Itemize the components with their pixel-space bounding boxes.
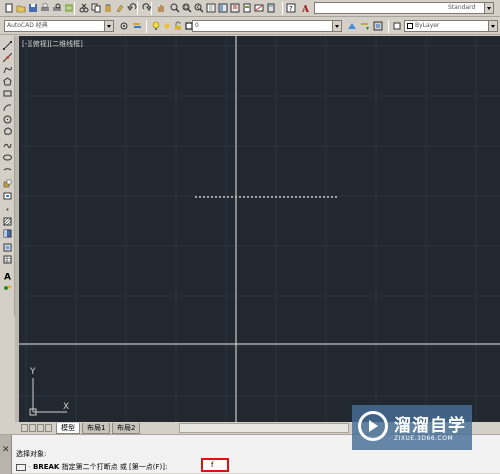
- workspace-settings-icon[interactable]: [118, 20, 130, 32]
- hatch-icon[interactable]: [2, 216, 13, 226]
- gradient-icon[interactable]: [2, 228, 13, 238]
- pan-icon[interactable]: [155, 2, 167, 14]
- construction-line-icon[interactable]: [2, 52, 13, 62]
- tab-next-button[interactable]: [37, 424, 44, 432]
- region-icon[interactable]: [2, 242, 13, 252]
- command-icon: [16, 463, 26, 471]
- color-swatch: [407, 22, 413, 29]
- tab-layout2[interactable]: 布局2: [112, 423, 141, 434]
- watermark-subtitle: ZIXUE.3D66.COM: [394, 435, 454, 442]
- ellipse-icon[interactable]: [2, 152, 13, 162]
- table-icon[interactable]: [2, 254, 13, 264]
- command-prompt-line: - BREAK 指定第二个打断点 或 [第一点(F)]:: [16, 462, 167, 472]
- play-icon: [369, 420, 378, 432]
- svg-text:A: A: [4, 272, 11, 280]
- design-center-icon[interactable]: [217, 2, 229, 14]
- print-icon[interactable]: [39, 2, 51, 14]
- command-name: BREAK: [33, 463, 60, 471]
- text-style-value: Standard: [448, 4, 476, 11]
- command-history-line: 选择对象:: [16, 450, 47, 458]
- command-chevron-icon: -: [28, 463, 31, 471]
- workspace-value: AutoCAD 经典: [7, 22, 48, 29]
- ucs-x-label: X: [63, 402, 70, 412]
- match-properties-icon[interactable]: [114, 2, 126, 14]
- revision-cloud-icon[interactable]: [2, 126, 13, 136]
- zoom-realtime-icon[interactable]: [169, 2, 181, 14]
- layer-manager-icon[interactable]: [131, 20, 143, 32]
- layer-value: 0: [195, 22, 199, 29]
- color-value: ByLayer: [415, 22, 440, 29]
- chevron-down-icon: [104, 21, 113, 31]
- save-icon[interactable]: [27, 2, 39, 14]
- tab-last-button[interactable]: [45, 424, 52, 432]
- add-selected-icon[interactable]: [2, 282, 13, 292]
- chevron-down-icon: [488, 21, 497, 31]
- tab-prev-button[interactable]: [29, 424, 36, 432]
- layers-toolbar: AutoCAD 经典 0 ByLayer: [0, 17, 500, 35]
- tab-first-button[interactable]: [21, 424, 28, 432]
- zoom-previous-icon[interactable]: [193, 2, 205, 14]
- point-icon[interactable]: [2, 204, 13, 214]
- drawing-canvas[interactable]: [-][俯视][二维线框] Y X: [19, 36, 500, 422]
- color-control-icon[interactable]: [391, 20, 403, 32]
- chevron-down-icon: [332, 21, 341, 31]
- arc-icon[interactable]: [2, 102, 13, 112]
- svg-text:A: A: [301, 5, 310, 13]
- chevron-down-icon: [484, 3, 493, 13]
- copy-icon[interactable]: [90, 2, 102, 14]
- polyline-icon[interactable]: [2, 64, 13, 74]
- horizontal-scrollbar[interactable]: [179, 423, 349, 433]
- insert-block-icon[interactable]: [2, 178, 13, 188]
- tool-palettes-icon[interactable]: [229, 2, 241, 14]
- layer-states-icon[interactable]: [372, 20, 384, 32]
- command-window-handle[interactable]: ✕: [0, 435, 12, 474]
- toolbar-separator: [137, 2, 138, 15]
- circle-icon[interactable]: [2, 114, 13, 124]
- canvas-left-border: [15, 36, 19, 422]
- toolbar-separator: [151, 2, 152, 15]
- watermark-title: 溜溜自学: [394, 416, 466, 436]
- layer-select[interactable]: 0: [192, 20, 342, 32]
- multiline-text-icon[interactable]: A: [2, 270, 13, 280]
- watermark: 溜溜自学 ZIXUE.3D66.COM: [352, 405, 472, 450]
- sheet-set-icon[interactable]: [241, 2, 253, 14]
- toolbar-separator: [282, 2, 283, 15]
- standard-toolbar: ? A Standard: [0, 0, 500, 17]
- ellipse-arc-icon[interactable]: [2, 164, 13, 174]
- color-select[interactable]: ByLayer: [404, 20, 498, 32]
- line-icon[interactable]: [2, 40, 13, 50]
- spline-icon[interactable]: [2, 140, 13, 150]
- properties-icon[interactable]: [205, 2, 217, 14]
- crosshair-lines: [19, 36, 500, 422]
- print-preview-icon[interactable]: [51, 2, 63, 14]
- help-icon[interactable]: ?: [285, 2, 297, 14]
- markup-icon[interactable]: [253, 2, 265, 14]
- tab-model[interactable]: 模型: [56, 423, 80, 434]
- tab-layout1[interactable]: 布局1: [82, 423, 111, 434]
- text-style-icon[interactable]: A: [300, 2, 312, 14]
- zoom-window-icon[interactable]: [181, 2, 193, 14]
- polygon-icon[interactable]: [2, 76, 13, 86]
- layout-tabs: 模型 布局1 布局2: [19, 422, 349, 434]
- new-icon[interactable]: [3, 2, 15, 14]
- workspace-select[interactable]: AutoCAD 经典: [4, 20, 114, 32]
- open-icon[interactable]: [15, 2, 27, 14]
- toolbar-separator: [74, 2, 75, 15]
- command-prompt-text: 指定第二个打断点 或 [第一点(F)]:: [61, 463, 168, 471]
- command-input[interactable]: f: [201, 458, 229, 472]
- layer-previous-icon[interactable]: [359, 20, 371, 32]
- paste-icon[interactable]: [102, 2, 114, 14]
- svg-text:?: ?: [289, 5, 293, 13]
- cut-icon[interactable]: [78, 2, 90, 14]
- calculator-icon[interactable]: [265, 2, 277, 14]
- make-block-icon[interactable]: [2, 190, 13, 200]
- make-current-layer-icon[interactable]: [346, 20, 358, 32]
- rectangle-icon[interactable]: [2, 88, 13, 98]
- draw-toolbar: A: [0, 36, 15, 316]
- close-icon[interactable]: ✕: [2, 445, 10, 455]
- text-style-select[interactable]: Standard: [314, 2, 494, 14]
- ucs-y-label: Y: [30, 367, 36, 377]
